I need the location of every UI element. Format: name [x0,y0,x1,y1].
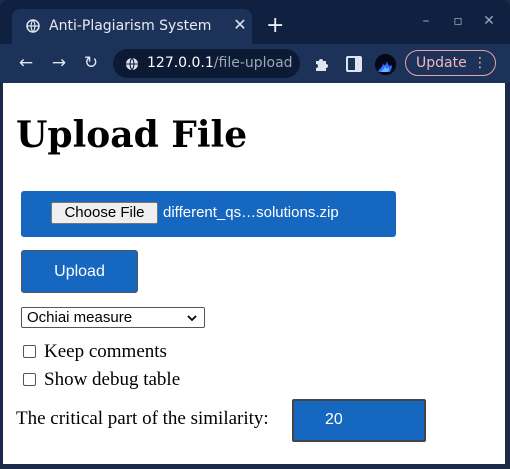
tab-strip: Anti-Plagiarism System ✕ + – ▫ ✕ [0,0,510,44]
url-host: 127.0.0.1 [147,55,214,71]
profile-avatar[interactable] [375,54,396,75]
back-arrow-icon[interactable]: ← [17,54,35,72]
tab-close-icon[interactable]: ✕ [232,17,248,33]
show-debug-table-label: Show debug table [44,369,181,390]
measure-select-value: Ochiai measure [27,309,133,326]
show-debug-table-checkbox[interactable] [23,373,36,386]
keep-comments-label: Keep comments [44,341,167,362]
window-close-icon[interactable]: ✕ [482,14,496,28]
tab-anti-plagiarism[interactable]: Anti-Plagiarism System ✕ [12,9,252,44]
update-label: Update [416,55,467,71]
url-path: /file-upload [213,55,293,71]
selected-file-name: different_qs…solutions.zip [163,204,339,221]
side-panel-icon[interactable] [345,55,363,73]
address-bar[interactable]: 127.0.0.1/file-upload [113,49,300,78]
chevron-down-icon [187,315,197,322]
reload-icon[interactable]: ↻ [82,54,100,72]
keep-comments-checkbox[interactable] [23,345,36,358]
file-input[interactable]: Choose File different_qs…solutions.zip [21,191,396,237]
maximize-icon[interactable]: ▫ [451,14,465,28]
new-tab-plus-icon[interactable]: + [266,15,284,37]
menu-kebab-icon[interactable]: ⋮ [473,55,487,71]
tab-title: Anti-Plagiarism System [49,18,212,34]
minimize-icon[interactable]: – [419,14,433,28]
browser-window: Anti-Plagiarism System ✕ + – ▫ ✕ ← → ↻ 1… [0,0,510,469]
upload-button[interactable]: Upload [21,250,138,293]
extensions-puzzle-icon[interactable] [313,55,331,73]
site-info-globe-icon[interactable] [125,57,139,71]
toolbar: ← → ↻ 127.0.0.1/file-upload Update ⋮ [0,44,510,83]
measure-select[interactable]: Ochiai measure [21,307,205,328]
page-title: Upload File [16,114,248,156]
update-button[interactable]: Update ⋮ [405,50,496,76]
critical-similarity-value: 20 [325,411,343,428]
forward-arrow-icon[interactable]: → [50,54,68,72]
url-text: 127.0.0.1/file-upload [147,55,293,71]
critical-similarity-input[interactable]: 20 [292,399,426,442]
globe-icon [26,19,40,33]
critical-similarity-label: The critical part of the similarity: [16,408,269,429]
page-content: Upload File Choose File different_qs…sol… [3,83,505,464]
choose-file-button[interactable]: Choose File [51,202,158,224]
